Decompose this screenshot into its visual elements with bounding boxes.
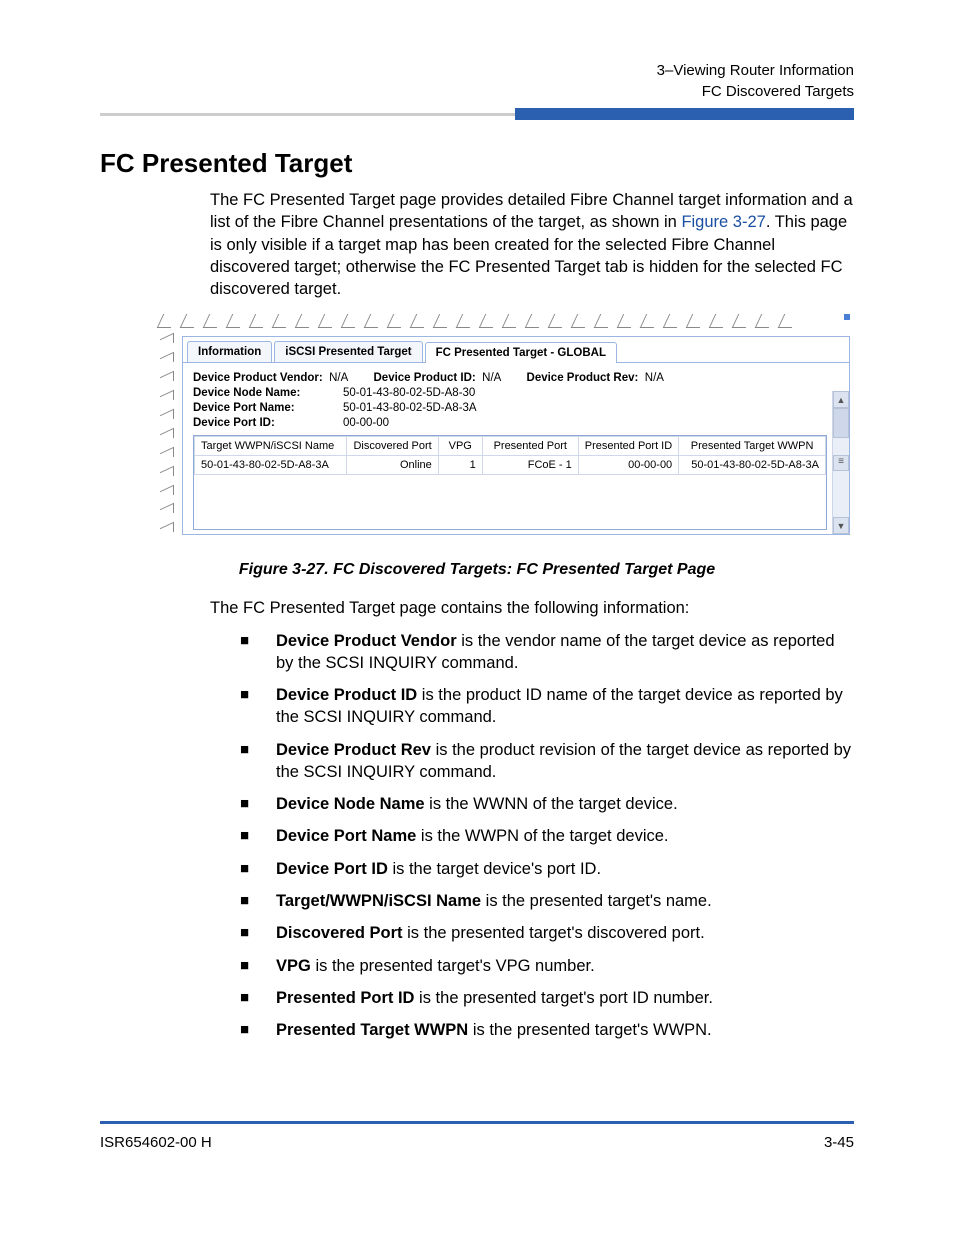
- screenshot-panel: Information iSCSI Presented Target FC Pr…: [182, 336, 850, 535]
- list-item: Device Port ID is the target device's po…: [240, 858, 854, 880]
- list-item-term: Device Product Vendor: [276, 632, 457, 650]
- list-item-desc: is the target device's port ID.: [388, 860, 601, 878]
- list-item-term: Presented Port ID: [276, 989, 414, 1007]
- header-line2: FC Discovered Targets: [100, 81, 854, 102]
- grid-row[interactable]: 50-01-43-80-02-5D-A8-3A Online 1 FCoE - …: [195, 456, 826, 475]
- section-heading: FC Presented Target: [100, 148, 854, 179]
- crop-corner-icon: [844, 314, 850, 320]
- device-port-name: Device Port Name:50-01-43-80-02-5D-A8-3A: [193, 402, 827, 414]
- scroll-down-button[interactable]: ▼: [833, 517, 849, 534]
- list-item-term: Device Node Name: [276, 795, 425, 813]
- header-rule: [100, 108, 854, 120]
- figure-link[interactable]: Figure 3-27: [681, 213, 765, 231]
- list-item: Presented Target WWPN is the presented t…: [240, 1019, 854, 1041]
- field-description-list: Device Product Vendor is the vendor name…: [100, 630, 854, 1042]
- list-item-desc: is the WWNN of the target device.: [425, 795, 678, 813]
- col-vpg[interactable]: VPG: [438, 437, 482, 456]
- scroll-thumb[interactable]: [833, 408, 849, 438]
- after-figure-text: The FC Presented Target page contains th…: [100, 597, 854, 619]
- figure-caption: Figure 3-27. FC Discovered Targets: FC P…: [100, 561, 854, 579]
- device-node-name: Device Node Name:50-01-43-80-02-5D-A8-30: [193, 387, 827, 399]
- footer-docid: ISR654602-00 H: [100, 1134, 212, 1151]
- list-item: VPG is the presented target's VPG number…: [240, 955, 854, 977]
- scroll-grip-icon: ≡: [833, 455, 849, 471]
- list-item-term: Device Product Rev: [276, 741, 431, 759]
- page-footer: ISR654602-00 H 3-45: [100, 1121, 854, 1151]
- crop-marks-top: [160, 314, 842, 328]
- list-item-desc: is the presented target's WWPN.: [468, 1021, 711, 1039]
- col-presented-port[interactable]: Presented Port: [482, 437, 578, 456]
- list-item: Device Port Name is the WWPN of the targ…: [240, 825, 854, 847]
- list-item-term: Presented Target WWPN: [276, 1021, 468, 1039]
- list-item-term: VPG: [276, 957, 311, 975]
- scroll-up-button[interactable]: ▲: [833, 391, 849, 408]
- list-item: Target/WWPN/iSCSI Name is the presented …: [240, 890, 854, 912]
- header-line1: 3–Viewing Router Information: [100, 60, 854, 81]
- tab-fc-presented-target[interactable]: FC Presented Target - GLOBAL: [425, 342, 617, 363]
- device-port-id: Device Port ID:00-00-00: [193, 417, 827, 429]
- col-discovered-port[interactable]: Discovered Port: [347, 437, 438, 456]
- list-item-term: Device Port Name: [276, 827, 416, 845]
- tab-strip: Information iSCSI Presented Target FC Pr…: [183, 337, 849, 363]
- col-presented-target-wwpn[interactable]: Presented Target WWPN: [679, 437, 826, 456]
- list-item-desc: is the presented target's name.: [481, 892, 712, 910]
- presentations-grid: Target WWPN/iSCSI Name Discovered Port V…: [193, 435, 827, 530]
- list-item: Device Product Vendor is the vendor name…: [240, 630, 854, 675]
- list-item-term: Discovered Port: [276, 924, 403, 942]
- col-presented-port-id[interactable]: Presented Port ID: [578, 437, 678, 456]
- grid-header-row: Target WWPN/iSCSI Name Discovered Port V…: [195, 437, 826, 456]
- device-product-line: Device Product Vendor: N/A Device Produc…: [193, 372, 827, 384]
- list-item-desc: is the WWPN of the target device.: [416, 827, 668, 845]
- list-item-desc: is the presented target's VPG number.: [311, 957, 595, 975]
- tab-information[interactable]: Information: [187, 341, 272, 362]
- list-item: Device Product Rev is the product revisi…: [240, 739, 854, 784]
- list-item-term: Device Port ID: [276, 860, 388, 878]
- list-item: Presented Port ID is the presented targe…: [240, 987, 854, 1009]
- list-item: Device Product ID is the product ID name…: [240, 684, 854, 729]
- col-target-wwpn[interactable]: Target WWPN/iSCSI Name: [195, 437, 347, 456]
- footer-page-number: 3-45: [824, 1134, 854, 1151]
- list-item-desc: is the presented target's port ID number…: [414, 989, 712, 1007]
- figure-container: Information iSCSI Presented Target FC Pr…: [160, 314, 854, 539]
- running-header: 3–Viewing Router Information FC Discover…: [100, 60, 854, 102]
- crop-marks-left: [160, 336, 174, 535]
- list-item: Discovered Port is the presented target'…: [240, 922, 854, 944]
- list-item: Device Node Name is the WWNN of the targ…: [240, 793, 854, 815]
- intro-paragraph: The FC Presented Target page provides de…: [100, 189, 854, 300]
- tab-body: Device Product Vendor: N/A Device Produc…: [183, 363, 849, 534]
- vertical-scrollbar[interactable]: ▲ ≡ ▼: [832, 391, 849, 534]
- list-item-term: Device Product ID: [276, 686, 417, 704]
- list-item-desc: is the presented target's discovered por…: [403, 924, 705, 942]
- tab-iscsi-presented-target[interactable]: iSCSI Presented Target: [274, 341, 422, 362]
- list-item-term: Target/WWPN/iSCSI Name: [276, 892, 481, 910]
